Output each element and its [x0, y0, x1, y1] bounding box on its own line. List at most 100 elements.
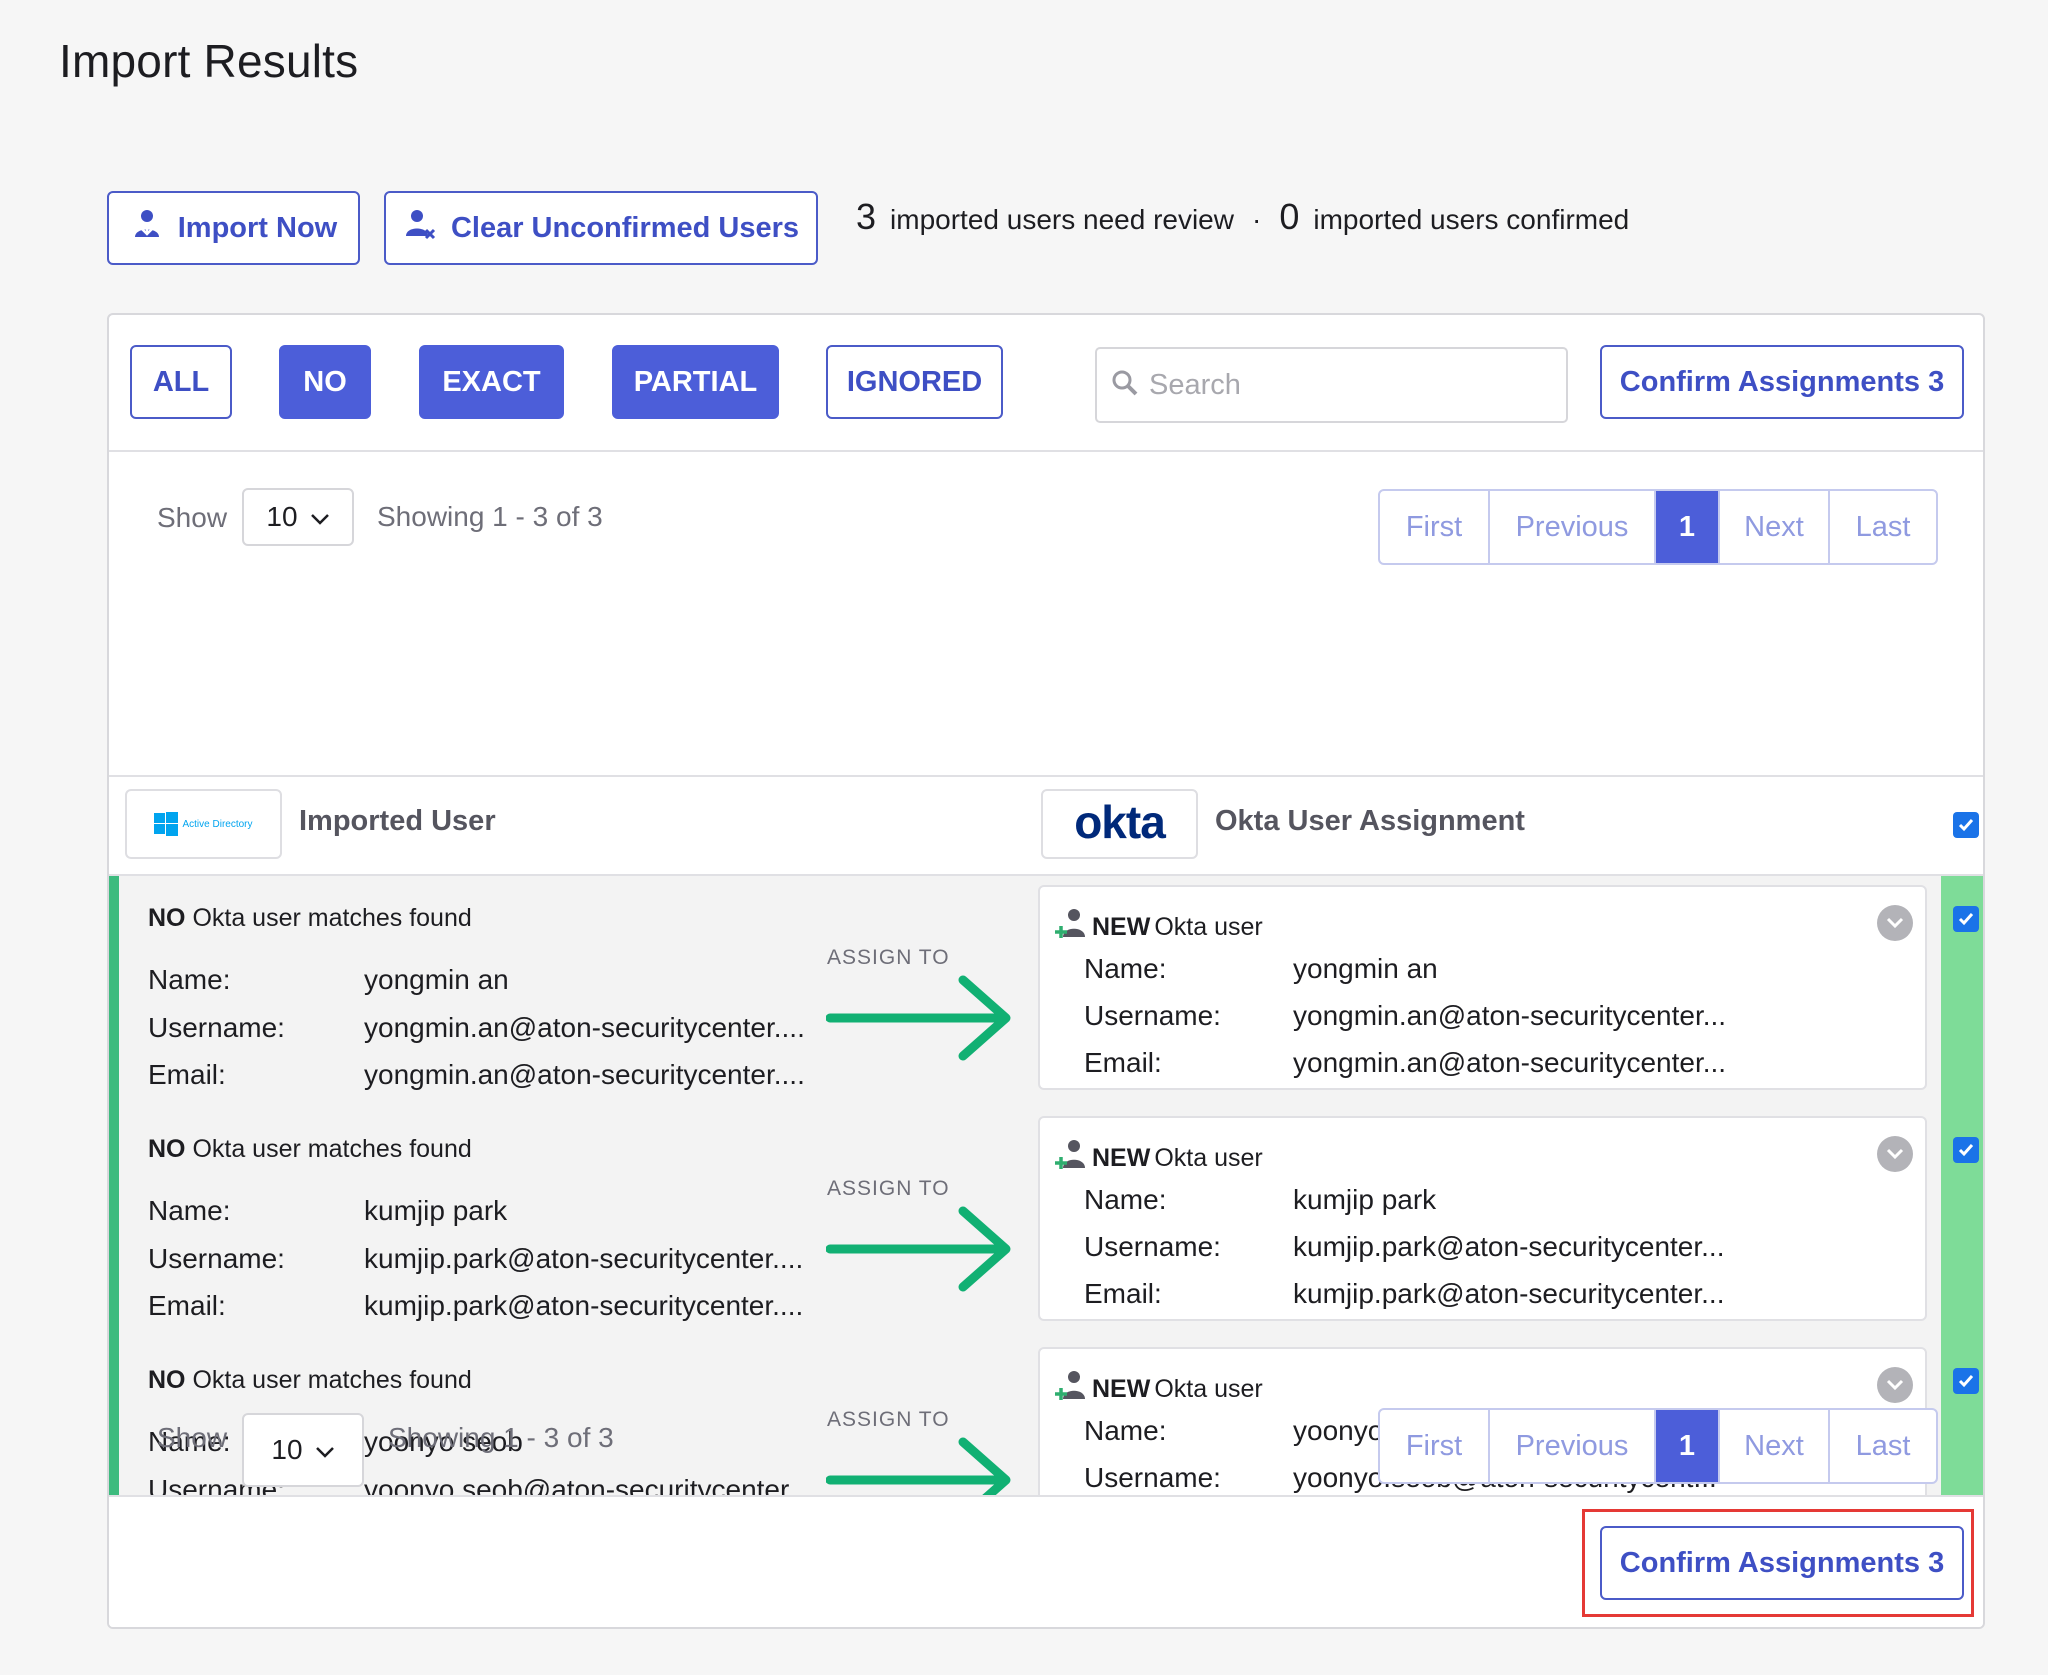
- page-size-value: 10: [271, 1434, 303, 1465]
- search-icon: [1111, 369, 1139, 402]
- okta-user-card-title: NEW Okta user: [1054, 907, 1263, 948]
- confirm-assignments-bottom-button[interactable]: Confirm Assignments 3: [1600, 1526, 1964, 1600]
- okta-email: yongmin.an@aton-securitycenter...: [1293, 1047, 1727, 1078]
- okta-user-card: NEW Okta user Name: kumjip park Username…: [1038, 1116, 1927, 1321]
- import-results-panel: ALL NO EXACT PARTIAL IGNORED Confirm Ass…: [107, 313, 1985, 1629]
- page-first-button[interactable]: First: [1380, 491, 1490, 563]
- page-previous-button[interactable]: Previous: [1490, 1410, 1656, 1482]
- new-badge: NEW: [1092, 913, 1151, 941]
- confirm-assignments-top-button[interactable]: Confirm Assignments 3: [1600, 345, 1964, 419]
- page-next-button[interactable]: Next: [1720, 491, 1830, 563]
- imported-email: kumjip.park@aton-securitycenter....: [364, 1290, 804, 1321]
- page-size-select[interactable]: 10: [242, 1413, 364, 1487]
- name-label: Name:: [1084, 1184, 1167, 1215]
- name-label: Name:: [148, 1195, 231, 1226]
- match-status-bold: NO: [148, 1135, 186, 1163]
- summary-separator: ·: [1251, 204, 1262, 235]
- email-label: Email:: [148, 1059, 226, 1090]
- showing-range: Showing 1 - 3 of 3: [377, 501, 603, 532]
- chevron-down-icon: [310, 501, 330, 533]
- page-current-button[interactable]: 1: [1656, 491, 1720, 563]
- clear-unconfirmed-users-button[interactable]: Clear Unconfirmed Users: [384, 191, 818, 265]
- showing-range: Showing 1 - 3 of 3: [388, 1422, 614, 1453]
- filter-exact-button[interactable]: EXACT: [419, 345, 564, 419]
- filter-all-button[interactable]: ALL: [130, 345, 232, 419]
- page-title: Import Results: [59, 35, 359, 87]
- okta-user-title-text: Okta user: [1154, 1144, 1263, 1172]
- filter-ignored-button[interactable]: IGNORED: [826, 345, 1003, 419]
- user-remove-icon: [403, 207, 437, 249]
- page-size-value: 10: [266, 501, 298, 532]
- page-previous-button[interactable]: Previous: [1490, 491, 1656, 563]
- username-label: Username:: [148, 1243, 285, 1274]
- username-label: Username:: [148, 1012, 285, 1043]
- row-select-checkbox[interactable]: [1953, 1137, 1979, 1163]
- imported-name: yongmin an: [364, 964, 509, 995]
- search-input[interactable]: [1149, 368, 1549, 402]
- okta-user-title-text: Okta user: [1154, 913, 1263, 941]
- imported-email: yongmin.an@aton-securitycenter....: [364, 1059, 805, 1090]
- user-row: NO Okta user matches found Name: yongmin…: [109, 876, 1983, 1107]
- okta-email: kumjip.park@aton-securitycenter...: [1293, 1278, 1725, 1309]
- windows-icon: [154, 812, 179, 836]
- page-first-button[interactable]: First: [1380, 1410, 1490, 1482]
- email-label: Email:: [1084, 1278, 1162, 1309]
- page-last-button[interactable]: Last: [1830, 1410, 1936, 1482]
- search-box: [1095, 347, 1568, 423]
- okta-logo-text: okta: [1074, 796, 1166, 848]
- page-size-select[interactable]: 10: [242, 488, 354, 546]
- match-status: NO Okta user matches found: [148, 904, 472, 933]
- username-label: Username:: [1084, 1231, 1221, 1262]
- okta-logo: okta: [1041, 789, 1198, 859]
- active-directory-logo: Active Directory: [125, 789, 282, 859]
- pager-bottom: Show 10 Showing 1 - 3 of 3 First Previou…: [109, 1370, 1983, 1495]
- confirmed-text: imported users confirmed: [1313, 204, 1630, 235]
- show-label: Show: [157, 1422, 228, 1453]
- name-label: Name:: [148, 964, 231, 995]
- imported-user-column-title: Imported User: [299, 805, 496, 837]
- imported-username: kumjip.park@aton-securitycenter....: [364, 1243, 804, 1274]
- arrow-right-icon: [826, 975, 1011, 1061]
- page-last-button[interactable]: Last: [1830, 491, 1936, 563]
- okta-assignment-column-title: Okta User Assignment: [1215, 805, 1525, 837]
- column-header: Active Directory Imported User okta Okta…: [109, 775, 1983, 876]
- email-label: Email:: [1084, 1047, 1162, 1078]
- page-next-button[interactable]: Next: [1720, 1410, 1830, 1482]
- user-import-icon: [130, 207, 164, 249]
- imported-name: kumjip park: [364, 1195, 508, 1226]
- arrow-right-icon: [826, 1206, 1011, 1292]
- imported-username: yongmin.an@aton-securitycenter....: [364, 1012, 805, 1043]
- chevron-down-icon[interactable]: [1877, 1136, 1913, 1172]
- okta-user-card-title: NEW Okta user: [1054, 1138, 1263, 1179]
- filter-partial-button[interactable]: PARTIAL: [612, 345, 779, 419]
- page-current-button[interactable]: 1: [1656, 1410, 1720, 1482]
- clear-unconfirmed-label: Clear Unconfirmed Users: [450, 211, 800, 244]
- match-status-bold: NO: [148, 904, 186, 932]
- import-summary: 3 imported users need review · 0 importe…: [856, 196, 1629, 246]
- chevron-down-icon[interactable]: [1877, 905, 1913, 941]
- okta-user-card: NEW Okta user Name: yongmin an Username:…: [1038, 885, 1927, 1090]
- chevron-down-icon: [315, 1434, 335, 1466]
- pager-top: Show 10 Showing 1 - 3 of 3 First Previou…: [109, 452, 1983, 577]
- match-status-text: Okta user matches found: [185, 1135, 472, 1163]
- match-status: NO Okta user matches found: [148, 1135, 472, 1164]
- row-select-checkbox[interactable]: [1953, 906, 1979, 932]
- import-now-button[interactable]: Import Now: [107, 191, 360, 265]
- review-count: 3: [856, 196, 877, 237]
- okta-name: yongmin an: [1293, 953, 1438, 984]
- filter-no-button[interactable]: NO: [279, 345, 371, 419]
- match-status-text: Okta user matches found: [185, 904, 472, 932]
- name-label: Name:: [1084, 953, 1167, 984]
- email-label: Email:: [148, 1290, 226, 1321]
- import-now-label: Import Now: [177, 211, 338, 244]
- pagination: First Previous 1 Next Last: [1378, 1408, 1938, 1484]
- username-label: Username:: [1084, 1000, 1221, 1031]
- assign-to-label: ASSIGN TO: [827, 1177, 950, 1200]
- okta-name: kumjip park: [1293, 1184, 1437, 1215]
- select-all-checkbox[interactable]: [1953, 812, 1979, 838]
- filter-bar: ALL NO EXACT PARTIAL IGNORED Confirm Ass…: [109, 315, 1983, 452]
- pagination: First Previous 1 Next Last: [1378, 489, 1938, 565]
- assign-to-label: ASSIGN TO: [827, 946, 950, 969]
- okta-username: kumjip.park@aton-securitycenter...: [1293, 1231, 1725, 1262]
- new-user-icon: [1054, 1138, 1088, 1179]
